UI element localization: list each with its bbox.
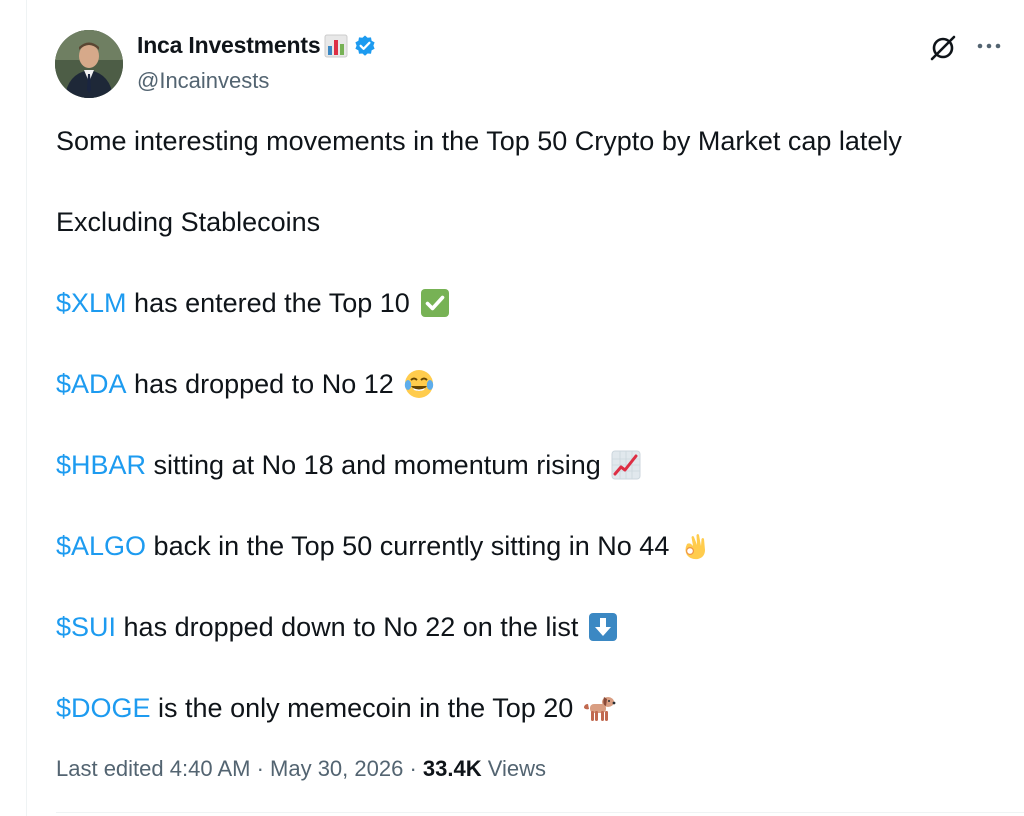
tweet-line-excluding: Excluding Stablecoins [56,207,321,237]
tweet-line-text: has entered the Top 10 [126,288,410,318]
tweet-line-text: back in the Top 50 currently sitting in … [146,531,670,561]
cashtag-link[interactable]: $SUI [56,609,116,645]
author-handle[interactable]: @Incainvests [137,68,269,94]
divider [56,812,1024,813]
grok-icon[interactable] [927,32,959,69]
more-icon[interactable] [974,34,1004,63]
tweet-line-xlm: $XLM has entered the Top 10 [56,285,451,321]
tweet-line-algo: $ALGO back in the Top 50 currently sitti… [56,528,710,564]
tweet-line-text: has dropped to No 12 [126,369,394,399]
tweet-line-hbar: $HBAR sitting at No 18 and momentum risi… [56,447,642,483]
author-name-row: Inca Investments [137,32,377,59]
cashtag-link[interactable]: $DOGE [56,690,151,726]
tweet-line-text: has dropped down to No 22 on the list [116,612,579,642]
cashtag-link[interactable]: $XLM [56,285,127,321]
tweet-line-sui: $SUI has dropped down to No 22 on the li… [56,609,619,645]
tears-of-joy-emoji-icon [403,368,435,400]
tweet-meta: Last edited 4:40 AM · May 30, 2026 · 33.… [56,756,546,782]
down-arrow-emoji-icon [587,611,619,643]
avatar[interactable] [55,30,123,98]
check-mark-emoji-icon [419,287,451,319]
cashtag-link[interactable]: $ADA [56,366,127,402]
tweet-line-text: is the only memecoin in the Top 20 [150,693,574,723]
ok-hand-emoji-icon [678,530,710,562]
verified-badge-icon[interactable] [353,34,377,58]
tweet-line-ada: $ADA has dropped to No 12 [56,366,435,402]
bar-chart-emoji-icon [324,34,348,58]
tweet-line-intro: Some interesting movements in the Top 50… [56,126,902,156]
cashtag-link[interactable]: $ALGO [56,528,146,564]
chart-increasing-emoji-icon [610,449,642,481]
tweet-line-doge: $DOGE is the only memecoin in the Top 20 [56,690,616,726]
dog-emoji-icon [582,692,616,724]
tweet-line-text: sitting at No 18 and momentum rising [146,450,601,480]
timeline-border [26,0,27,816]
views-count: 33.4K [422,756,482,781]
edited-timestamp[interactable]: Last edited 4:40 AM · May 30, 2026 · [56,756,423,781]
cashtag-link[interactable]: $HBAR [56,447,146,483]
views-label: Views [481,756,547,781]
display-name[interactable]: Inca Investments [137,32,321,59]
